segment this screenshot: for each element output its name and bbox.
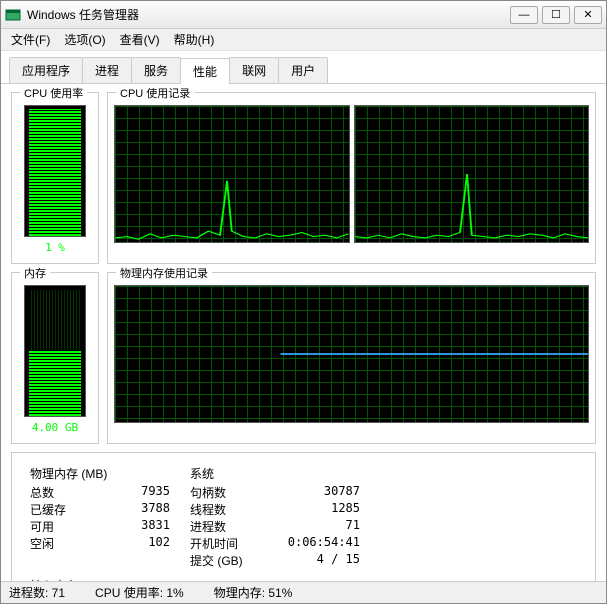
tab-applications[interactable]: 应用程序: [9, 57, 83, 83]
memory-meter-value: 4.00 GB: [32, 421, 78, 434]
maximize-button[interactable]: ☐: [542, 6, 570, 24]
mem-history-panel: 物理内存使用记录: [107, 272, 596, 444]
menu-view[interactable]: 查看(V): [114, 29, 166, 50]
kernel-mem-block: 核心内存 (MB) 分页数350 未分页68: [30, 577, 170, 581]
statusbar: 进程数: 71 CPU 使用率: 1% 物理内存: 51%: [1, 581, 606, 603]
tab-networking[interactable]: 联网: [229, 57, 279, 83]
menu-options[interactable]: 选项(O): [58, 29, 111, 50]
app-icon: [5, 7, 21, 23]
tab-processes[interactable]: 进程: [82, 57, 132, 83]
phys-mem-block: 物理内存 (MB) 总数7935 已缓存3788 可用3831 空闲102: [30, 465, 170, 569]
memory-meter: [24, 285, 86, 417]
close-button[interactable]: ✕: [574, 6, 602, 24]
system-block: 系统 句柄数30787 线程数1285 进程数71 开机时间0:06:54:41…: [190, 465, 360, 569]
memory-graph: [114, 285, 589, 423]
menubar: 文件(F) 选项(O) 查看(V) 帮助(H): [1, 29, 606, 51]
status-processes: 进程数: 71: [9, 584, 65, 601]
cpu-graph-1: [354, 105, 590, 243]
menu-file[interactable]: 文件(F): [5, 29, 56, 50]
cpu-history-label: CPU 使用记录: [116, 85, 194, 101]
tab-services[interactable]: 服务: [131, 57, 181, 83]
content-area: CPU 使用率 1 % CPU 使用记录: [1, 84, 606, 581]
tab-performance[interactable]: 性能: [180, 58, 230, 84]
titlebar[interactable]: Windows 任务管理器 — ☐ ✕: [1, 1, 606, 29]
memory-label: 内存: [20, 265, 50, 281]
minimize-button[interactable]: —: [510, 6, 538, 24]
status-cpu: CPU 使用率: 1%: [95, 584, 184, 601]
system-title: 系统: [190, 465, 360, 482]
cpu-history-panel: CPU 使用记录: [107, 92, 596, 264]
phys-mem-title: 物理内存 (MB): [30, 465, 170, 482]
window-title: Windows 任务管理器: [27, 6, 510, 23]
tab-users[interactable]: 用户: [278, 57, 328, 83]
stats-group: 物理内存 (MB) 总数7935 已缓存3788 可用3831 空闲102 系统…: [11, 452, 596, 581]
task-manager-window: Windows 任务管理器 — ☐ ✕ 文件(F) 选项(O) 查看(V) 帮助…: [0, 0, 607, 604]
cpu-meter: [24, 105, 86, 237]
cpu-usage-label: CPU 使用率: [20, 85, 87, 101]
mem-history-label: 物理内存使用记录: [116, 265, 212, 281]
cpu-meter-value: 1 %: [45, 241, 65, 254]
tabbar: 应用程序 进程 服务 性能 联网 用户: [1, 51, 606, 84]
kernel-mem-title: 核心内存 (MB): [30, 577, 170, 581]
cpu-usage-panel: CPU 使用率 1 %: [11, 92, 99, 264]
status-memory: 物理内存: 51%: [214, 584, 293, 601]
menu-help[interactable]: 帮助(H): [168, 29, 221, 50]
cpu-graph-0: [114, 105, 350, 243]
memory-panel: 内存 4.00 GB: [11, 272, 99, 444]
